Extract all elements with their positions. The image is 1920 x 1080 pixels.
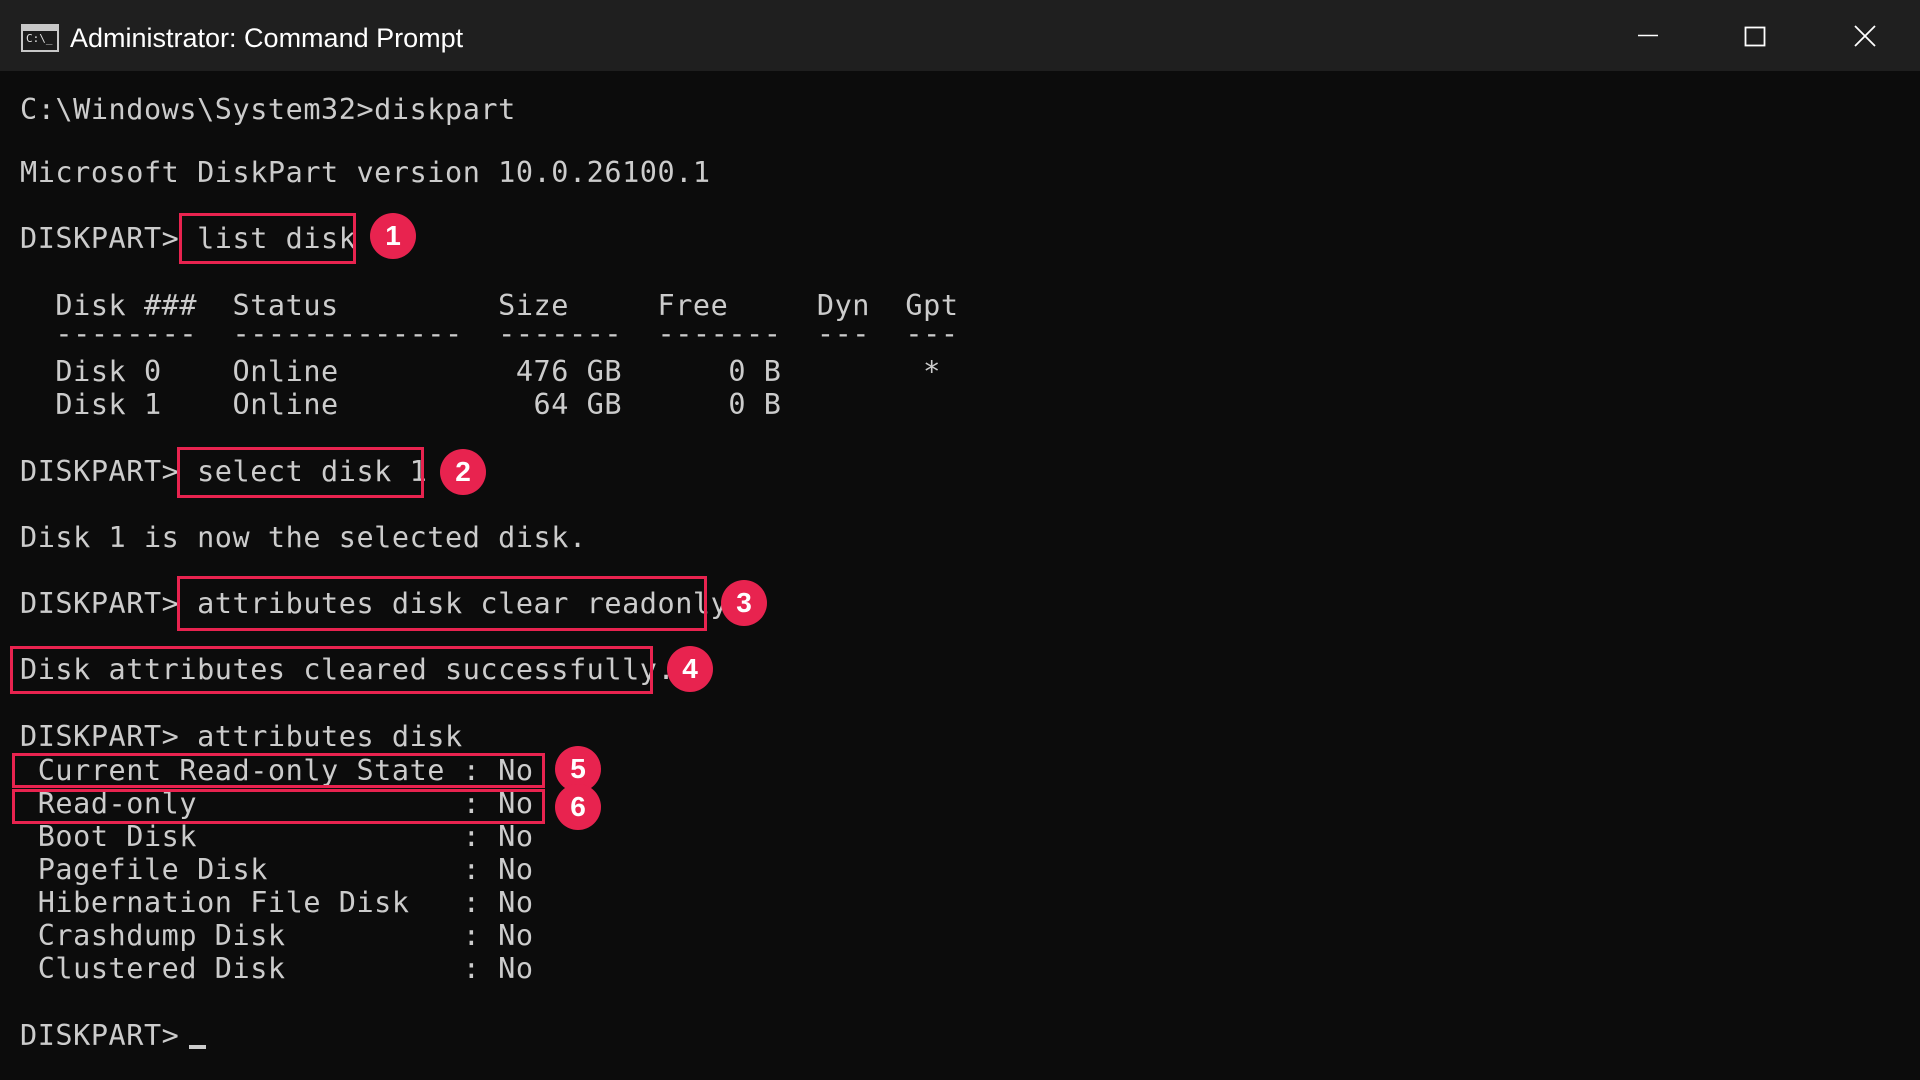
- attribute-line: Crashdump Disk : No: [20, 919, 534, 952]
- attribute-line: Boot Disk : No: [20, 820, 534, 853]
- minimize-button[interactable]: [1600, 0, 1700, 71]
- highlight-box-current-readonly-state: [12, 753, 545, 788]
- disk-table-row: Disk 1 Online 64 GB 0 B: [20, 388, 782, 421]
- console-line-attributes-disk: DISKPART> attributes disk: [20, 720, 463, 753]
- annotation-badge: 2: [440, 449, 486, 495]
- window-title: Administrator: Command Prompt: [70, 23, 464, 53]
- attribute-line: Hibernation File Disk : No: [20, 886, 534, 919]
- highlight-box-clear-readonly: [177, 576, 707, 631]
- app-icon-label: C:\_: [26, 32, 53, 45]
- highlight-box-list-disk: [179, 213, 356, 264]
- maximize-icon: [1744, 26, 1766, 47]
- disk-table-row: Disk 0 Online 476 GB 0 B *: [20, 355, 941, 388]
- console-prompt: DISKPART>: [20, 1019, 198, 1052]
- console-line-selected-msg: Disk 1 is now the selected disk.: [20, 521, 587, 554]
- title-bar[interactable]: C:\_ Administrator: Command Prompt: [0, 0, 1920, 71]
- console-line-version: Microsoft DiskPart version 10.0.26100.1: [20, 156, 711, 189]
- highlight-box-cleared-msg: [10, 646, 653, 694]
- annotation-badge: 1: [370, 213, 416, 259]
- annotation-badge: 4: [667, 646, 713, 692]
- attribute-line: Pagefile Disk : No: [20, 853, 534, 886]
- text-cursor: [189, 1045, 206, 1049]
- highlight-box-readonly: [12, 789, 545, 824]
- command-prompt-window: C:\_ Administrator: Command Prompt C:\Wi…: [0, 0, 1920, 1080]
- close-icon: [1854, 25, 1876, 47]
- annotation-badge: 6: [555, 784, 601, 830]
- annotation-badge: 3: [721, 580, 767, 626]
- cmd-app-icon[interactable]: C:\_: [21, 24, 59, 52]
- highlight-box-select-disk: [177, 447, 424, 498]
- attribute-line: Clustered Disk : No: [20, 952, 534, 985]
- close-button[interactable]: [1812, 0, 1912, 71]
- disk-table-separator: -------- ------------- ------- ------- -…: [20, 317, 959, 350]
- console-line-command: C:\Windows\System32>diskpart: [20, 93, 516, 126]
- maximize-button[interactable]: [1708, 0, 1808, 71]
- minimize-icon: [1638, 34, 1658, 37]
